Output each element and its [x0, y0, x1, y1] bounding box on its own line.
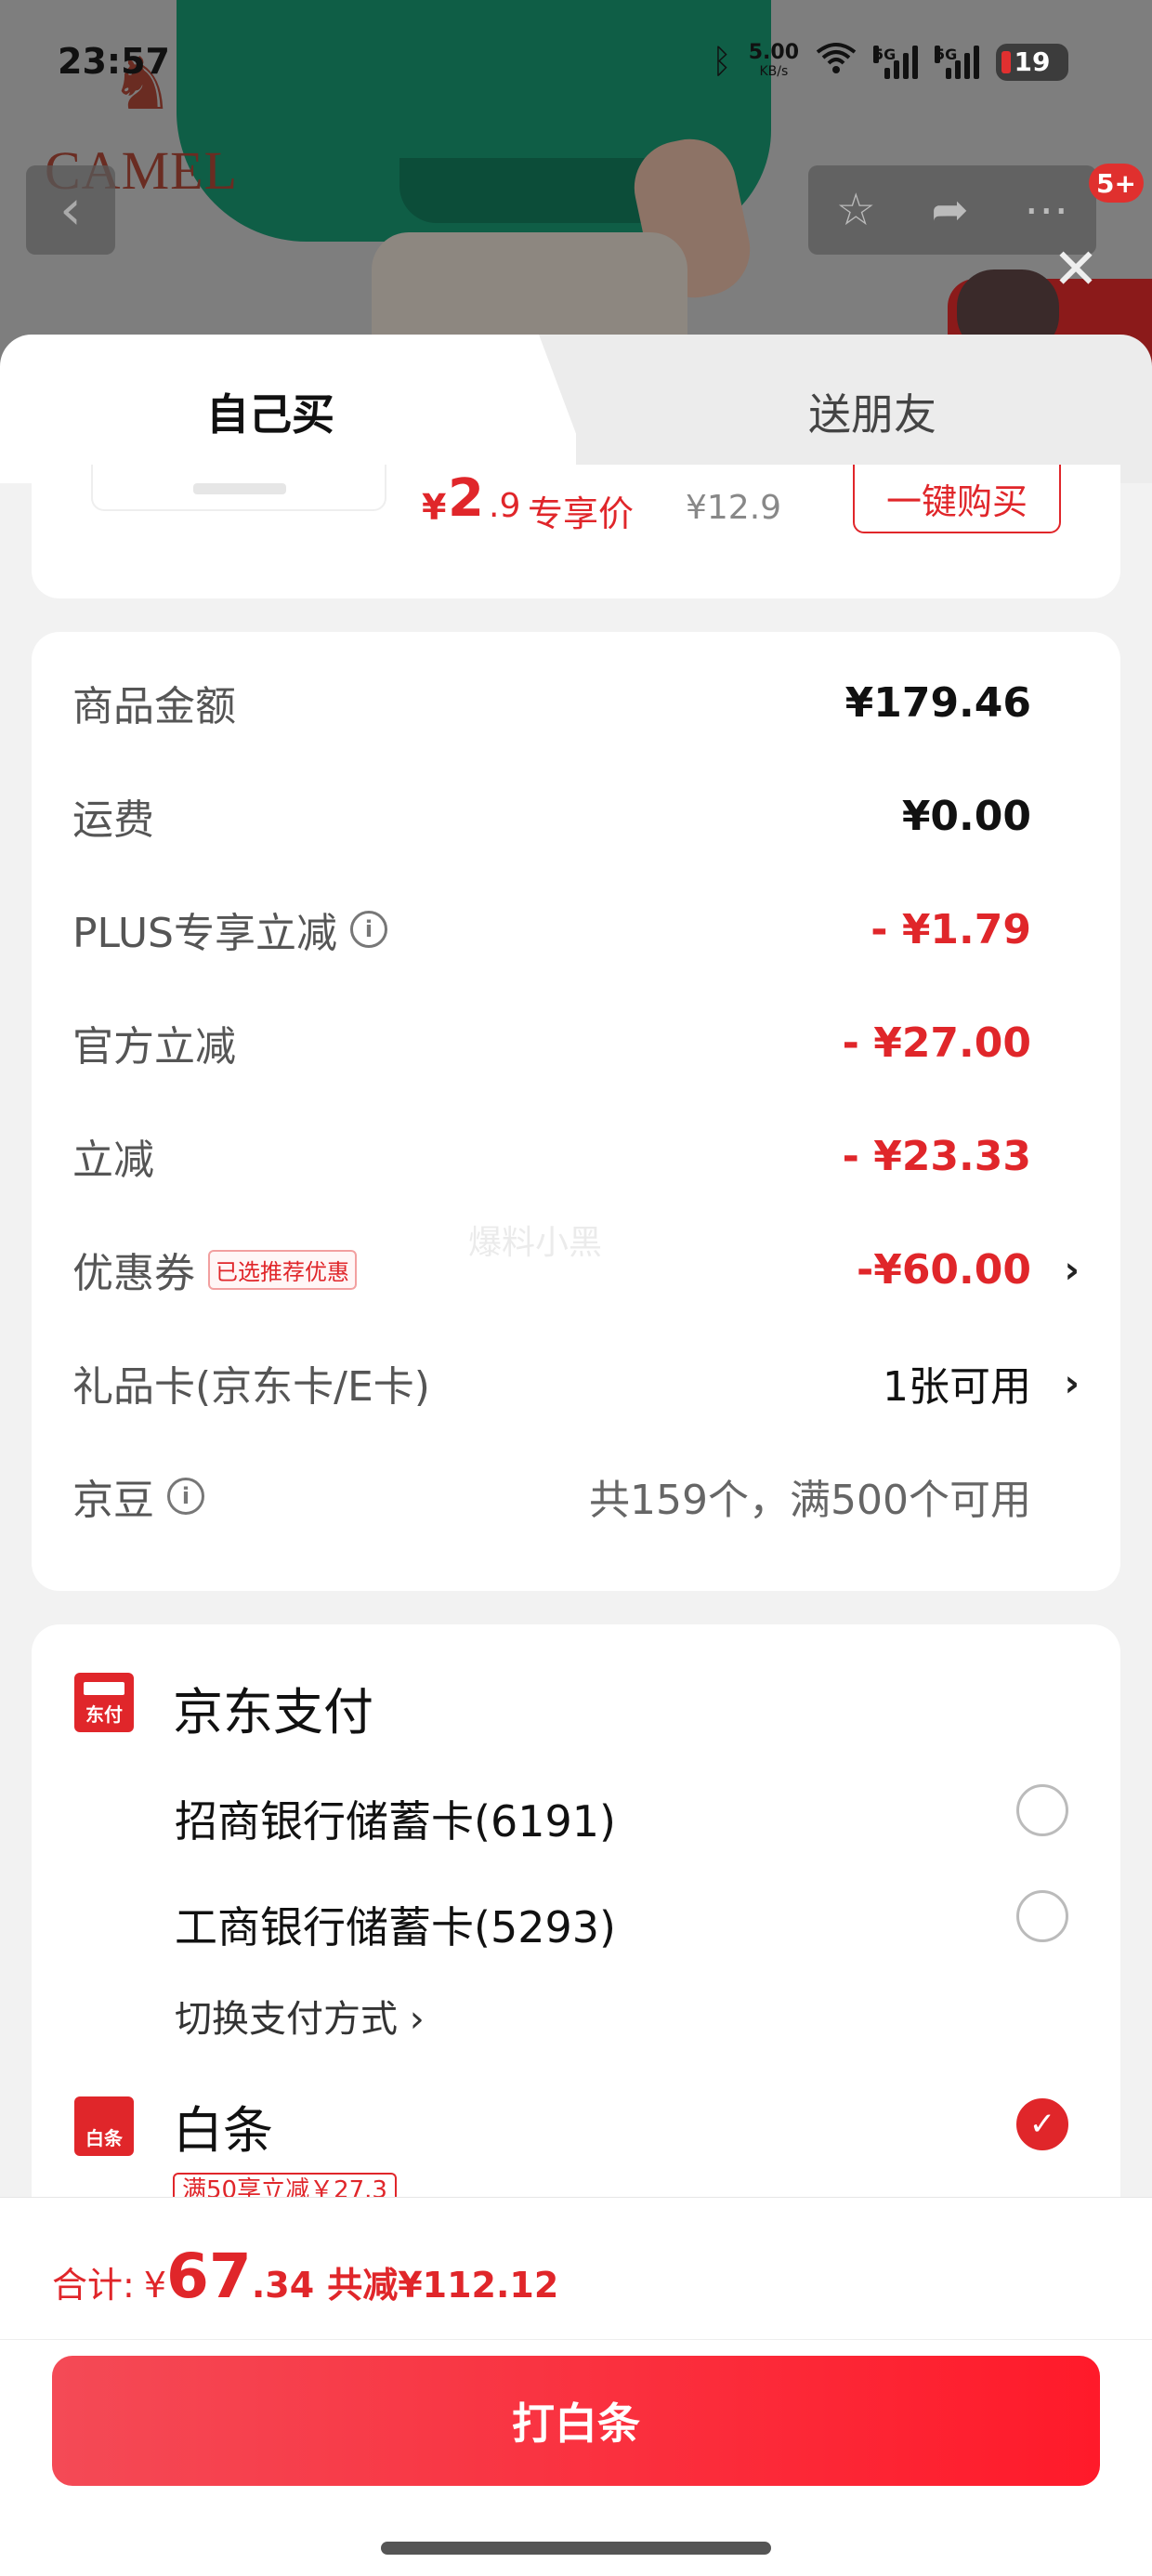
summary-row-shipping: 运费 ¥0.00 — [72, 788, 1031, 845]
summary-row-goods-amount: 商品金额 ¥179.46 — [72, 675, 1031, 731]
summary-label: 商品金额 — [72, 683, 236, 730]
summary-label: PLUS专享立减 — [72, 910, 337, 957]
watermark: 爆料小黑 — [468, 1224, 603, 1262]
summary-value: 共159个，满500个可用 — [589, 1477, 1031, 1524]
summary-value: ¥179.46 — [844, 678, 1031, 727]
summary-label: 立减 — [72, 1137, 154, 1184]
add-on-offer-card: ¥ 2 .9 专享价 ¥12.9 一键购买 — [32, 465, 1120, 598]
offer-original-price: ¥12.9 — [686, 489, 782, 527]
summary-row-gift-card[interactable]: 礼品卡(京东卡/E卡) 1张可用 — [72, 1355, 1031, 1411]
summary-label: 优惠券 — [72, 1250, 195, 1297]
summary-label: 官方立减 — [72, 1023, 236, 1071]
divider — [0, 2339, 1152, 2340]
signal-sim1-icon: 5G — [873, 45, 918, 79]
close-icon[interactable]: ✕ — [1048, 242, 1104, 297]
total-label: 合计: — [52, 2265, 135, 2306]
summary-row-official-discount: 官方立减 - ¥27.00 — [72, 1015, 1031, 1071]
summary-value: - ¥27.00 — [842, 1019, 1031, 1067]
check-icon: ✓ — [1028, 2106, 1056, 2143]
jd-pay-title: 京东支付 — [173, 1683, 373, 1741]
signal-sim2-icon: 5G — [935, 45, 979, 79]
cart-badge: 5+ — [1089, 164, 1144, 203]
chevron-right-icon[interactable]: › — [1065, 1249, 1080, 1292]
total-int: 67 — [166, 2241, 252, 2312]
status-time: 23:57 — [58, 41, 170, 82]
tab-buy-self[interactable]: 自己买 — [0, 335, 576, 483]
offer-price-tag: 专享价 — [528, 493, 635, 534]
more-icon[interactable]: ⋯ — [1024, 184, 1068, 236]
summary-value: -¥60.00 — [856, 1245, 1031, 1294]
recommended-coupon-tag: 已选推荐优惠 — [208, 1249, 357, 1290]
wifi-icon — [816, 41, 857, 83]
summary-label: 京豆 — [72, 1477, 154, 1524]
summary-row-plus-discount: PLUS专享立减 i - ¥1.79 — [72, 901, 1031, 958]
switch-payment-method-link[interactable]: 切换支付方式 › — [175, 1989, 425, 2043]
summary-value: ¥0.00 — [901, 792, 1031, 840]
bluetooth-icon: ᛒ — [712, 43, 732, 81]
star-icon[interactable]: ☆ — [836, 184, 876, 236]
total-savings: 共减¥112.12 — [327, 2265, 559, 2306]
tab-send-friend[interactable]: 送朋友 — [520, 335, 1152, 483]
summary-row-instant-discount: 立减 - ¥23.33 — [72, 1128, 1031, 1185]
checkout-bar: 合计: ¥ 67 .34 共减¥112.12 打白条 — [0, 2197, 1152, 2576]
summary-value: 1张可用 — [883, 1363, 1031, 1411]
info-icon[interactable]: i — [350, 911, 387, 948]
battery-indicator: 19 — [996, 43, 1068, 81]
back-button[interactable]: ‹ — [26, 165, 115, 255]
chevron-right-icon[interactable]: › — [1065, 1362, 1080, 1405]
order-summary-card: 商品金额 ¥179.46 运费 ¥0.00 PLUS专享立减 i - ¥1.79… — [32, 632, 1120, 1591]
jd-pay-icon: 东付 — [74, 1673, 134, 1732]
summary-label: 礼品卡(京东卡/E卡) — [72, 1363, 430, 1411]
summary-row-jd-beans: 京豆 i 共159个，满500个可用 — [72, 1468, 1031, 1524]
order-total: 合计: ¥ 67 .34 共减¥112.12 — [52, 2241, 558, 2312]
back-arrow-icon: ‹ — [59, 177, 82, 243]
offer-currency: ¥ — [422, 487, 447, 528]
buy-mode-tabs: 送朋友 自己买 — [0, 335, 1152, 483]
baitiao-title[interactable]: 白条 — [173, 2089, 273, 2162]
quick-buy-button[interactable]: 一键购买 — [853, 465, 1061, 533]
payment-option-icbc[interactable]: 工商银行储蓄卡(5293) — [175, 1894, 616, 1955]
baitiao-icon: 白条 — [74, 2096, 134, 2156]
info-icon[interactable]: i — [167, 1478, 204, 1515]
payment-methods-card: 东付 京东支付 招商银行储蓄卡(6191) 工商银行储蓄卡(5293) 切换支付… — [32, 1624, 1120, 2201]
tab-buy-self-label: 自己买 — [206, 389, 334, 440]
radio-cmb[interactable] — [1016, 1784, 1068, 1836]
total-currency: ¥ — [143, 2265, 166, 2306]
radio-baitiao[interactable]: ✓ — [1016, 2098, 1068, 2150]
tab-send-friend-label: 送朋友 — [808, 389, 936, 440]
status-bar-right: ᛒ 5.00 KB/s 5G 5G 19 — [712, 41, 1068, 83]
total-dec: .34 — [251, 2265, 315, 2306]
radio-icbc[interactable] — [1016, 1890, 1068, 1942]
summary-value: - ¥1.79 — [871, 905, 1031, 953]
offer-price-int: 2 — [448, 468, 484, 529]
summary-value: - ¥23.33 — [842, 1132, 1031, 1180]
submit-payment-button[interactable]: 打白条 — [52, 2356, 1100, 2486]
home-indicator[interactable] — [381, 2542, 771, 2555]
payment-option-cmb[interactable]: 招商银行储蓄卡(6191) — [175, 1788, 616, 1849]
summary-label: 运费 — [72, 796, 154, 844]
network-speed: 5.00 KB/s — [748, 40, 799, 79]
share-icon[interactable]: ➦ — [931, 184, 968, 236]
offer-product-thumbnail[interactable] — [91, 465, 386, 511]
offer-price-dec: .9 — [489, 487, 521, 525]
